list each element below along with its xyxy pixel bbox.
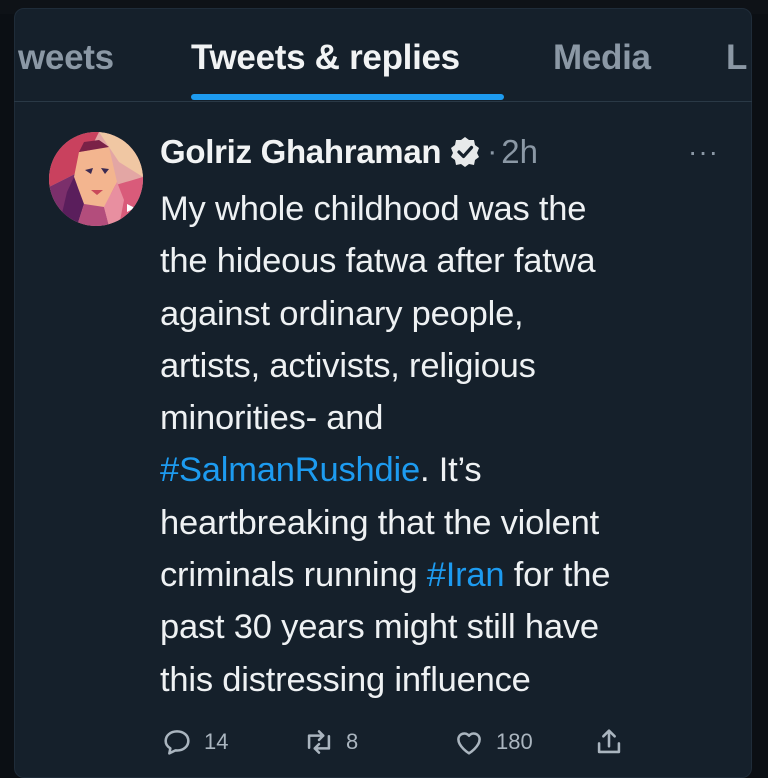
hashtag-salman-rushdie[interactable]: #SalmanRushdie — [160, 451, 420, 489]
like-button[interactable]: 180 — [452, 722, 533, 762]
tweet-line: My whole childhood was the — [160, 190, 587, 228]
active-tab-indicator — [191, 94, 504, 100]
tweet-body: My whole childhood was the the hideous f… — [160, 183, 740, 706]
tweet-line: the hideous fatwa after fatwa — [160, 242, 596, 281]
tweet-timestamp[interactable]: 2h — [501, 133, 538, 171]
tab-tweets-and-replies[interactable]: Tweets & replies — [191, 38, 460, 78]
retweet-button[interactable]: 8 — [302, 722, 358, 762]
tweet-line: this distressing influence — [160, 660, 531, 699]
tweet-line: #SalmanRushdie. It’s — [160, 444, 740, 496]
tweet-header: Golriz Ghahraman · 2h — [160, 132, 538, 172]
share-button[interactable] — [592, 722, 626, 762]
heart-icon — [457, 732, 481, 755]
tab-media[interactable]: Media — [553, 38, 651, 78]
share-icon — [597, 729, 621, 754]
avatar[interactable] — [49, 132, 143, 226]
tweet-line: criminals running #Iran for the — [160, 549, 740, 601]
retweet-count: 8 — [346, 729, 359, 754]
tweet-line: heartbreaking that the violent — [160, 503, 599, 542]
header-separator: · — [487, 135, 498, 168]
comment-icon — [164, 730, 190, 755]
tweet-line: against ordinary people, — [160, 294, 524, 333]
verified-badge-icon — [451, 137, 480, 167]
author-name[interactable]: Golriz Ghahraman — [160, 133, 442, 171]
tweet-text-fragment: . It’s — [419, 451, 482, 490]
tweet-line: minorities- and — [160, 399, 384, 438]
tab-tweets[interactable]: weets — [18, 38, 114, 78]
reply-button[interactable]: 14 — [160, 722, 228, 762]
avatar-portrait-icon — [49, 132, 143, 226]
more-options-button[interactable]: ··· — [688, 136, 719, 168]
screen: weets Tweets & replies Media L Golriz Gh… — [0, 0, 768, 778]
retweet-icon — [307, 730, 331, 754]
tweet-line: past 30 years might still have — [160, 608, 599, 647]
tweet-text-fragment: criminals running — [160, 556, 427, 595]
reply-count: 14 — [204, 729, 229, 754]
hashtag-iran[interactable]: #Iran — [427, 556, 505, 594]
tweet-line: artists, activists, religious — [160, 346, 536, 385]
tab-likes[interactable]: L — [726, 38, 747, 78]
tweet-actions: 14 8 180 — [160, 722, 640, 762]
like-count: 180 — [496, 729, 533, 754]
profile-tabs: weets Tweets & replies Media L — [14, 14, 752, 102]
tweet-text-fragment: for the — [504, 556, 611, 595]
